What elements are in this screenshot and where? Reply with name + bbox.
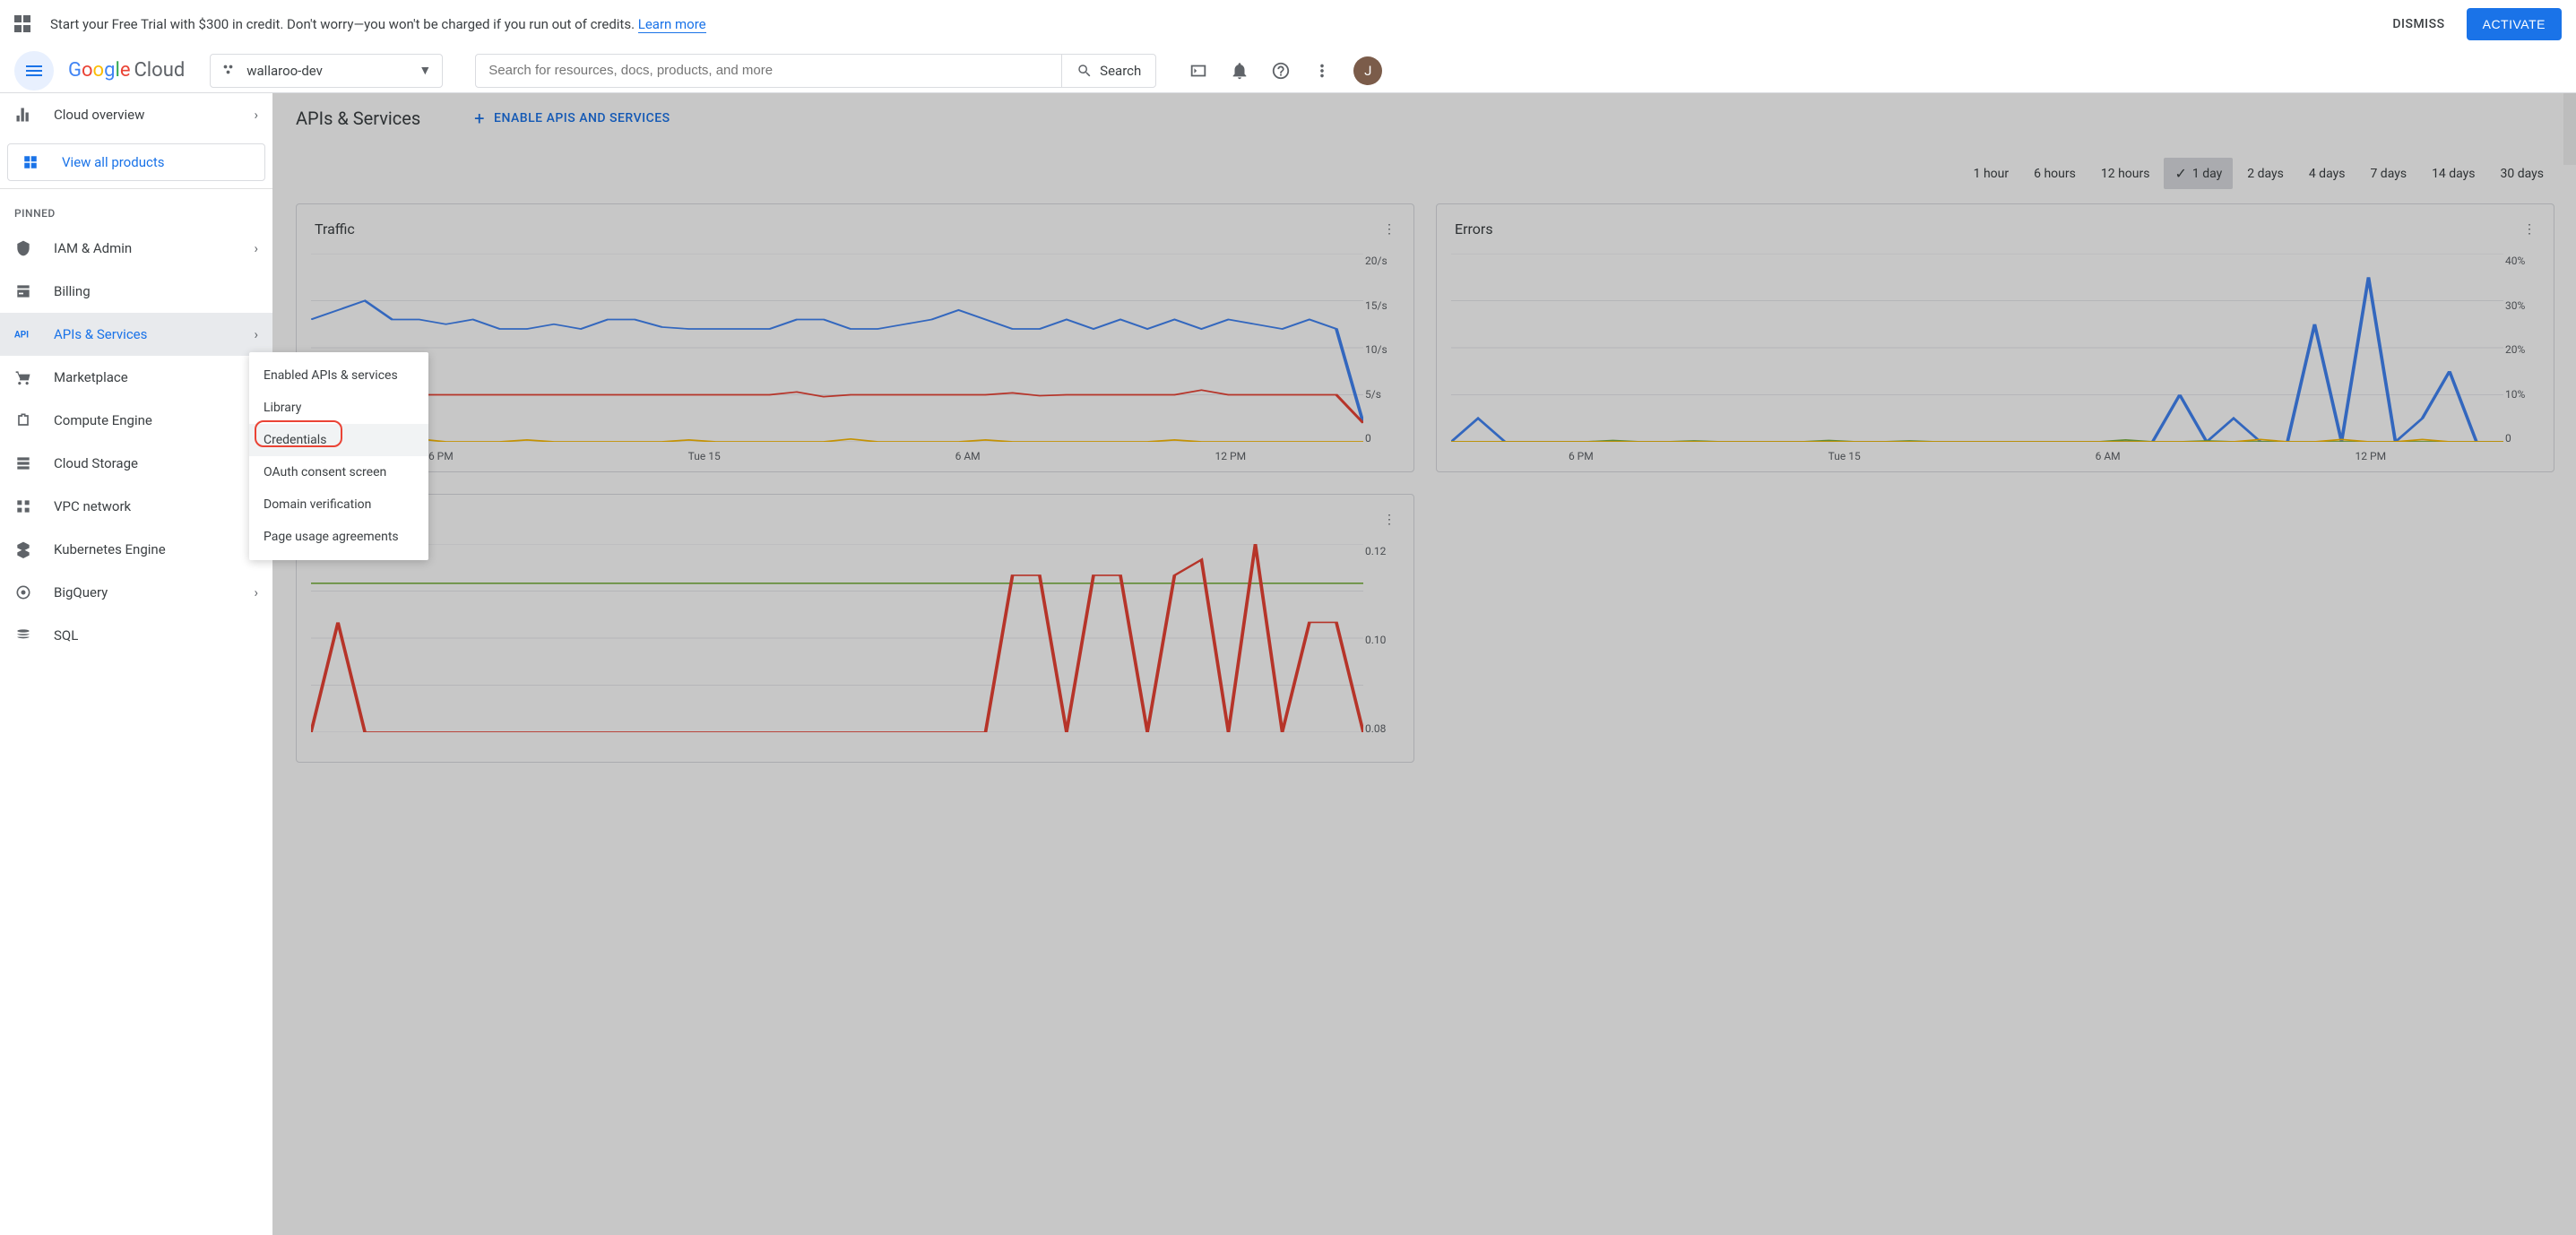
project-picker[interactable]: wallaroo-dev ▼ [210,54,443,88]
search-bar[interactable]: Search [475,54,1156,88]
search-button[interactable]: Search [1061,55,1155,87]
flyout-item-library[interactable]: Library [249,392,428,424]
sidebar-item-cloud-storage[interactable]: Cloud Storage› [0,442,272,485]
topbar: Google Cloud wallaroo-dev ▼ Search J [0,48,2576,93]
service-icon [14,282,36,300]
project-icon [221,63,238,79]
search-icon [1076,63,1093,79]
banner-text: Start your Free Trial with $300 in credi… [50,16,706,32]
sidebar-item-label: Billing [54,283,258,299]
hamburger-icon [26,63,42,79]
help-icon[interactable] [1271,61,1291,81]
sidebar-item-label: BigQuery [54,584,254,600]
sidebar-item-marketplace[interactable]: Marketplace [0,356,272,399]
cloud-shell-icon[interactable] [1189,61,1208,81]
sidebar-item-view-all[interactable]: View all products [7,143,265,181]
sidebar-item-billing[interactable]: Billing [0,270,272,313]
service-icon [14,368,36,386]
chevron-right-icon: › [254,584,258,600]
sidebar-item-compute-engine[interactable]: Compute Engine› [0,399,272,442]
google-cloud-logo[interactable]: Google Cloud [68,59,185,82]
sidebar-item-label: Cloud Storage [54,455,254,471]
sidebar-item-label: APIs & Services [54,326,254,342]
pinned-heading: PINNED [0,196,272,227]
sidebar-item-vpc-network[interactable]: VPC network› [0,485,272,528]
sidebar-item-cloud-overview[interactable]: Cloud overview › [0,93,272,136]
sidebar: Cloud overview › View all products PINNE… [0,93,272,1235]
sidebar-item-label: Compute Engine [54,412,254,428]
flyout-item-oauth-consent-screen[interactable]: OAuth consent screen [249,456,428,488]
svg-text:API: API [14,330,29,340]
sidebar-item-label: SQL [54,627,258,643]
sidebar-item-sql[interactable]: SQL [0,614,272,657]
learn-more-link[interactable]: Learn more [638,16,706,33]
service-icon [14,239,36,257]
dismiss-button[interactable]: DISMISS [2392,17,2444,31]
activate-button[interactable]: ACTIVATE [2467,8,2562,40]
service-icon [14,411,36,429]
service-icon [14,583,36,601]
service-icon [14,540,36,558]
modal-overlay[interactable] [0,93,2576,1235]
service-icon [14,497,36,515]
dashboard-icon [14,106,36,124]
chevron-right-icon: › [254,326,258,342]
flyout-item-credentials[interactable]: Credentials [249,424,428,456]
service-icon: API [14,325,36,343]
flyout-item-domain-verification[interactable]: Domain verification [249,488,428,521]
search-input[interactable] [476,63,1061,78]
sidebar-item-label: IAM & Admin [54,240,254,256]
sidebar-item-apis-services[interactable]: API APIs & Services› [0,313,272,356]
flyout-item-enabled-apis-services[interactable]: Enabled APIs & services [249,359,428,392]
gift-icon [14,15,32,33]
trial-banner: Start your Free Trial with $300 in credi… [0,0,2576,48]
avatar[interactable]: J [1353,56,1382,85]
sidebar-item-label: Marketplace [54,369,258,385]
flyout-item-page-usage-agreements[interactable]: Page usage agreements [249,521,428,553]
divider [0,188,272,189]
sidebar-item-bigquery[interactable]: BigQuery› [0,571,272,614]
apis-services-flyout: Enabled APIs & servicesLibraryCredential… [249,352,428,560]
sidebar-item-iam-admin[interactable]: IAM & Admin› [0,227,272,270]
chevron-right-icon: › [254,240,258,256]
sidebar-item-label: VPC network [54,498,254,514]
scrollbar-thumb[interactable] [2563,93,2576,165]
caret-down-icon: ▼ [419,63,431,78]
project-name: wallaroo-dev [246,63,419,79]
service-icon [14,454,36,472]
hamburger-button[interactable] [14,51,54,91]
notifications-icon[interactable] [1230,61,1249,81]
chevron-right-icon: › [254,107,258,123]
more-vert-icon[interactable] [1312,61,1332,81]
sidebar-item-kubernetes-engine[interactable]: Kubernetes Engine› [0,528,272,571]
service-icon [14,626,36,644]
sidebar-item-label: Kubernetes Engine [54,541,254,557]
grid-icon [22,154,44,170]
